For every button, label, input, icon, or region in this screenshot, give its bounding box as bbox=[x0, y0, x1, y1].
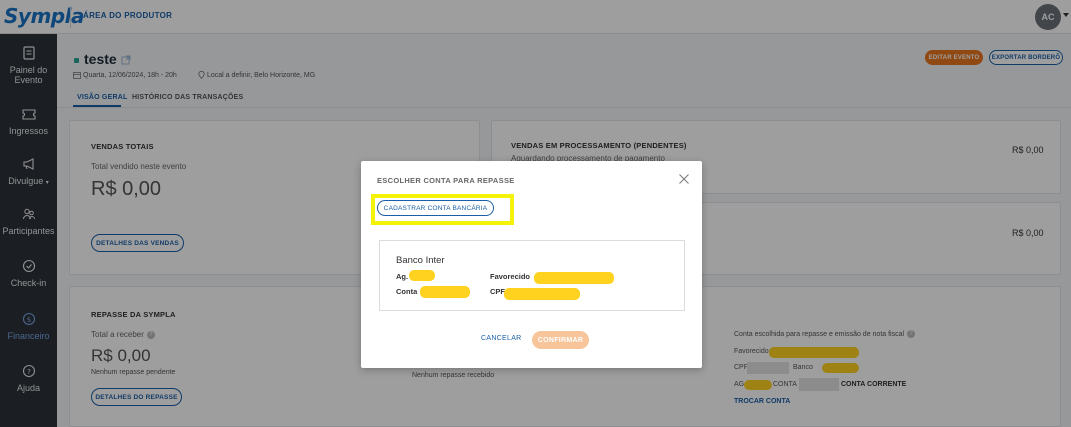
redacted-conta bbox=[420, 286, 470, 298]
redacted-favorecido bbox=[534, 272, 614, 284]
cancel-button[interactable]: CANCELAR bbox=[481, 335, 522, 342]
ag-label: Ag. bbox=[396, 272, 409, 281]
redacted-cpf bbox=[504, 288, 580, 300]
cpf-label: CPF bbox=[490, 287, 505, 296]
redacted-ag bbox=[409, 270, 435, 281]
close-icon[interactable] bbox=[678, 173, 690, 185]
cadastrar-conta-button[interactable]: CADASTRAR CONTA BANCÁRIA bbox=[377, 200, 494, 216]
bank-account-option[interactable]: Banco Inter Ag. Favorecido Conta CPF bbox=[379, 240, 685, 311]
modal-title: ESCOLHER CONTA PARA REPASSE bbox=[377, 176, 515, 185]
confirm-button[interactable]: CONFIRMAR bbox=[532, 331, 589, 349]
choose-account-modal: ESCOLHER CONTA PARA REPASSE CADASTRAR CO… bbox=[361, 161, 702, 368]
favorecido-label: Favorecido bbox=[490, 272, 531, 281]
bank-name: Banco Inter bbox=[396, 255, 445, 266]
conta-label: Conta bbox=[396, 287, 418, 296]
